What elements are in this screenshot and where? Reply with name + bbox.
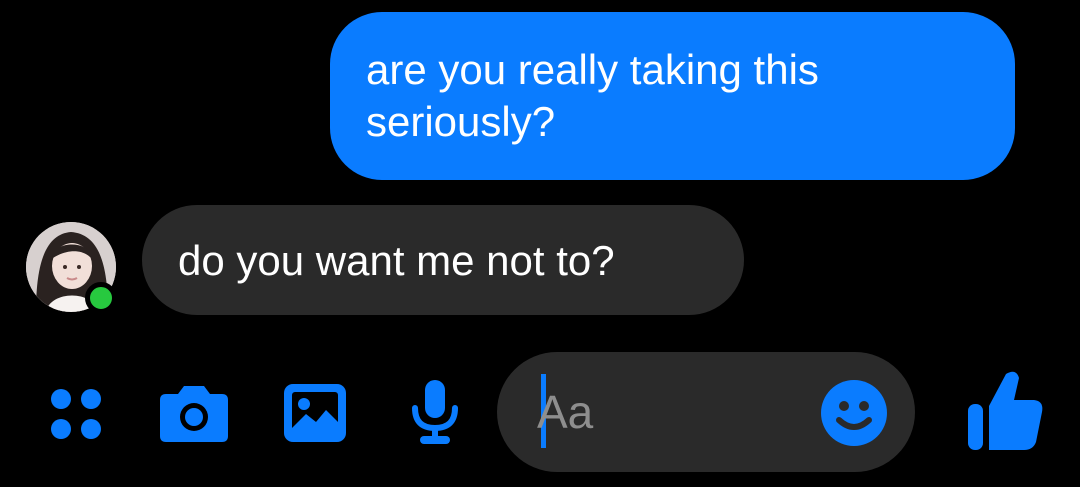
message-input[interactable]: Aa [537,382,807,442]
incoming-message-bubble[interactable]: do you want me not to? [142,205,744,315]
microphone-icon[interactable] [406,378,464,446]
outgoing-message-text: are you really taking this seriously? [366,46,819,145]
message-composer[interactable]: Aa [497,352,915,472]
gallery-icon[interactable] [282,382,348,444]
apps-grid-icon[interactable] [48,386,104,442]
thumbs-up-icon[interactable] [966,368,1046,452]
outgoing-message-bubble[interactable]: are you really taking this seriously? [330,12,1015,180]
online-status-dot [85,282,117,314]
smiley-icon[interactable] [819,378,889,448]
incoming-message-text: do you want me not to? [178,237,615,284]
camera-icon[interactable] [158,382,230,444]
